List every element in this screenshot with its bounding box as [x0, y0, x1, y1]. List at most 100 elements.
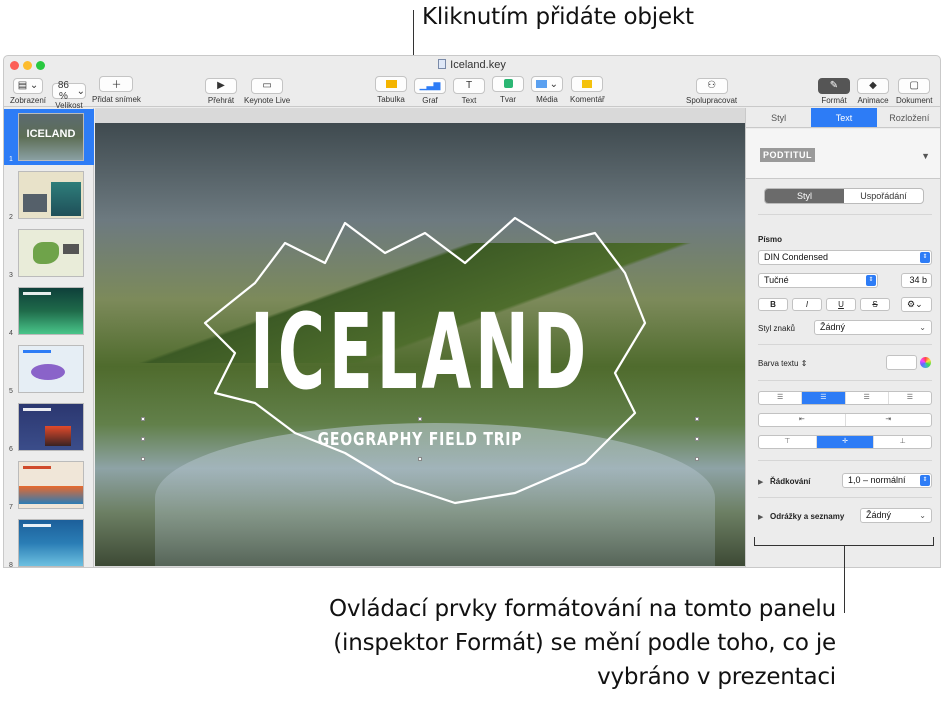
media-button[interactable]: ⌄ Média — [531, 75, 563, 104]
format-button[interactable]: ✎ Formát — [818, 75, 850, 105]
char-style-popup[interactable]: Žádný ⌄ — [814, 320, 932, 335]
strikethrough-button[interactable]: S — [860, 298, 890, 311]
slide-thumbnail-3[interactable]: 3 — [4, 225, 94, 281]
slide-canvas: ICELAND GEOGRAPHY FIELD TRIP — [95, 108, 745, 567]
sidebar-icon: ▤ ⌄ — [13, 77, 44, 94]
keynote-live-button[interactable]: ▭ Keynote Live — [244, 75, 290, 105]
align-justify-icon[interactable]: ☰ — [889, 392, 931, 404]
table-button[interactable]: Tabulka — [375, 75, 407, 104]
slide-thumbnail-4[interactable]: 4 — [4, 283, 94, 339]
line-spacing-popup[interactable]: 1,0 – normální ⇕ — [842, 473, 932, 488]
title-bar: Iceland.key — [4, 56, 940, 73]
chart-button[interactable]: ▁▃▆ Graf — [414, 75, 446, 105]
align-top-icon[interactable]: ⊤ — [759, 436, 817, 448]
slide-thumbnail-1[interactable]: ICELAND 1 — [4, 109, 94, 165]
selection-handle[interactable] — [141, 457, 145, 461]
disclosure-triangle-icon: ▼ — [921, 151, 930, 161]
tab-style[interactable]: Styl — [746, 108, 811, 127]
slide-thumbnail-8[interactable]: 8 — [4, 515, 94, 567]
slide-thumbnail-image — [18, 519, 84, 567]
align-center-icon[interactable]: ☰ — [802, 392, 846, 404]
keynote-document-icon — [438, 59, 447, 69]
vertical-alignment-control: ⊤ ✛ ⊥ — [758, 435, 932, 449]
slide-thumbnail-image — [18, 461, 84, 509]
text-format-buttons: B I U S — [758, 298, 890, 311]
collaborate-icon: ⚇ — [695, 77, 728, 94]
line-spacing-label: Řádkování — [770, 477, 811, 486]
comment-button[interactable]: Komentář — [570, 75, 605, 104]
align-middle-icon[interactable]: ✛ — [816, 436, 875, 448]
paragraph-style-picker[interactable]: PODTITUL ▼ — [746, 129, 940, 179]
slide-thumbnail-2[interactable]: 2 — [4, 167, 94, 223]
decrease-indent-icon[interactable]: ⇤ — [759, 414, 846, 426]
callout-leader-line — [844, 546, 845, 613]
text-color-label[interactable]: Barva textu ⇕ — [758, 359, 807, 368]
align-bottom-icon[interactable]: ⊥ — [874, 436, 931, 448]
chart-icon: ▁▃▆ — [414, 77, 446, 94]
callout-line: Ovládací prvky formátování na tomto pane… — [329, 596, 836, 622]
chevron-updown-icon: ⇕ — [920, 252, 930, 263]
animate-button[interactable]: ◆ Animace — [857, 75, 889, 105]
font-size-field[interactable]: 34 b — [901, 273, 932, 288]
segment-arrangement[interactable]: Uspořádání — [844, 189, 923, 203]
document-button[interactable]: ▢ Dokument — [896, 75, 932, 105]
font-style-popup[interactable]: Tučné ⇕ — [758, 273, 878, 288]
italic-button[interactable]: I — [792, 298, 822, 311]
zoom-popup[interactable]: 86 % ⌄ Velikost — [52, 75, 86, 110]
comment-icon — [571, 76, 604, 92]
collaborate-button[interactable]: ⚇ Spolupracovat — [686, 75, 737, 105]
selection-handle[interactable] — [695, 437, 699, 441]
slide-thumbnail-6[interactable]: 6 — [4, 399, 94, 455]
callout-line: vybráno v prezentaci — [597, 664, 836, 690]
add-slide-button[interactable]: ＋ Přidat snímek — [92, 75, 141, 104]
slide-thumbnail-image — [18, 229, 84, 277]
slide-title[interactable]: ICELAND — [219, 291, 622, 413]
chevron-updown-icon: ⇕ — [866, 275, 876, 286]
bullets-label: Odrážky a seznamy — [770, 512, 845, 521]
increase-indent-icon[interactable]: ⇥ — [846, 414, 932, 426]
callout-bracket — [754, 537, 934, 546]
tab-text[interactable]: Text — [811, 108, 877, 127]
line-spacing-disclosure[interactable]: ▶ — [758, 478, 763, 486]
inspector-tabs: Styl Text Rozložení — [746, 108, 940, 128]
slide-thumbnail-7[interactable]: 7 — [4, 457, 94, 513]
selection-handle[interactable] — [695, 417, 699, 421]
text-options-button[interactable]: ⚙⌄ — [901, 297, 932, 312]
view-button[interactable]: ▤ ⌄ Zobrazení — [10, 75, 46, 105]
play-button[interactable]: ▶ Přehrát — [205, 75, 237, 105]
callout-inspector: Ovládací prvky formátování na tomto pane… — [236, 592, 836, 694]
tab-layout[interactable]: Rozložení — [877, 108, 940, 127]
text-button[interactable]: T Text — [453, 75, 485, 105]
slide-thumbnail-5[interactable]: 5 — [4, 341, 94, 397]
text-color-well[interactable] — [886, 355, 917, 370]
shape-button[interactable]: Tvar — [492, 75, 524, 104]
gear-icon: ⚙⌄ — [907, 299, 923, 309]
selection-handle[interactable] — [695, 457, 699, 461]
bullets-popup[interactable]: Žádný ⌄ — [860, 508, 932, 523]
divider — [758, 380, 932, 381]
paragraph-style-name: PODTITUL — [760, 148, 815, 162]
align-right-icon[interactable]: ☰ — [846, 392, 889, 404]
segment-style[interactable]: Styl — [765, 189, 844, 203]
horizontal-alignment-control: ☰ ☰ ☰ ☰ — [758, 391, 932, 405]
document-icon: ▢ — [898, 77, 931, 94]
bullets-disclosure[interactable]: ▶ — [758, 513, 763, 521]
callout-line: (inspektor Formát) se mění podle toho, c… — [333, 630, 836, 656]
zoom-value: 86 % ⌄ — [52, 80, 86, 102]
char-style-label: Styl znaků — [758, 324, 795, 333]
align-left-icon[interactable]: ☰ — [759, 392, 803, 404]
selection-handle[interactable] — [418, 417, 422, 421]
divider — [758, 214, 932, 215]
selection-handle[interactable] — [418, 457, 422, 461]
selection-handle[interactable] — [141, 437, 145, 441]
underline-button[interactable]: U — [826, 298, 856, 311]
selection-handle[interactable] — [141, 417, 145, 421]
slide-1[interactable]: ICELAND GEOGRAPHY FIELD TRIP — [95, 123, 745, 566]
media-icon: ⌄ — [531, 76, 563, 92]
font-family-popup[interactable]: DIN Condensed ⇕ — [758, 250, 932, 265]
color-wheel-icon[interactable] — [920, 357, 931, 368]
bold-button[interactable]: B — [758, 298, 788, 311]
slide-subtitle[interactable]: GEOGRAPHY FIELD TRIP — [167, 429, 674, 450]
divider — [758, 344, 932, 345]
callout-add-object: Kliknutím přidáte objekt — [422, 4, 694, 30]
